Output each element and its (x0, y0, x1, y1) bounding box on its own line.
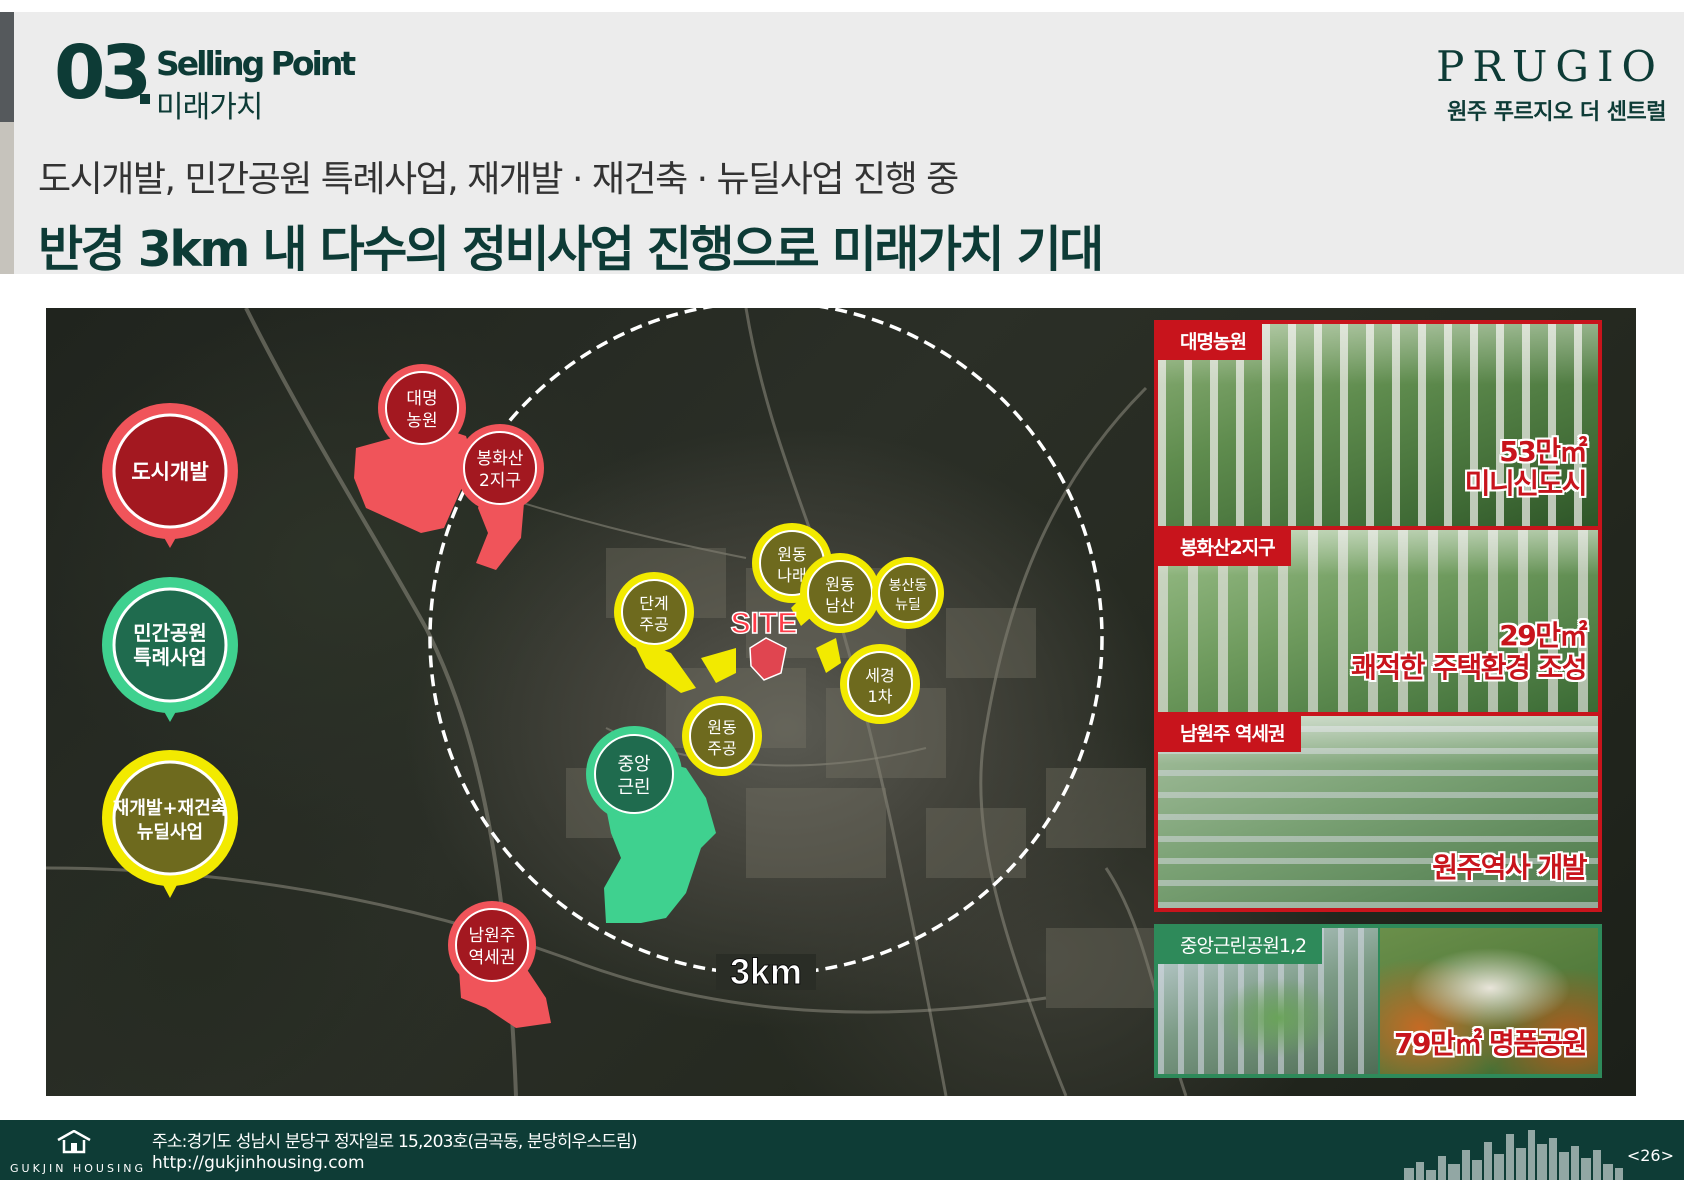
section-title-en: Selling Point (156, 44, 356, 83)
bubble-daemyeong: 대명 농원 (378, 364, 466, 452)
bubble-dangye: 단계 주공 (614, 572, 694, 652)
footer-url[interactable]: http://gukjinhousing.com (152, 1153, 365, 1173)
bubble-jungang: 중앙 근린 (586, 726, 682, 822)
svg-text:1차: 1차 (868, 687, 893, 706)
footer: GUKJIN HOUSING 주소:경기도 성남시 분당구 정자일로 15,20… (0, 1120, 1684, 1180)
svg-text:봉산동: 봉산동 (889, 578, 928, 594)
section-title-ko: 미래가치 (156, 90, 263, 125)
bubble-wondong-jugong: 원동 주공 (682, 696, 762, 776)
callout-namwonju-desc: 원주역사 개발 (1432, 851, 1587, 884)
tag-jungang-park: 중앙근린공원1,2 (1158, 928, 1323, 964)
svg-text:대명: 대명 (406, 389, 437, 409)
callout-jungang-park: 79만㎡ 명품공원 (1393, 1027, 1588, 1060)
header-accent-bar-light (0, 122, 14, 274)
svg-text:원동: 원동 (707, 718, 736, 737)
legend-label-private-park-2: 특례사업 (133, 645, 207, 669)
legend-pin-redevelopment: 재개발+재건축 뉴딜사업 (102, 750, 238, 898)
project-panels-red: 대명농원 53만㎡ 미니신도시 봉화산2지구 29만㎡ 쾌적한 주택환경 조성 … (1154, 320, 1602, 912)
svg-text:단계: 단계 (639, 594, 668, 613)
bubble-segyeong: 세경 1차 (840, 644, 920, 724)
photo-bonghwasan: 봉화산2지구 29만㎡ 쾌적한 주택환경 조성 (1158, 530, 1598, 712)
skyline-decoration (1404, 1130, 1623, 1180)
callout-bonghwasan-area: 29만㎡ (1499, 619, 1587, 652)
page-number: <26> (1626, 1146, 1674, 1165)
site-label: SITE (731, 607, 798, 640)
house-logo-icon (57, 1130, 91, 1154)
bubble-wondong-namsan: 원동 남산 (800, 553, 880, 633)
svg-text:봉화산: 봉화산 (477, 449, 524, 469)
legend-label-urban-development: 도시개발 (131, 460, 208, 484)
svg-text:역세권: 역세권 (469, 948, 516, 968)
callout-bonghwasan: 29만㎡ 쾌적한 주택환경 조성 (1351, 619, 1587, 684)
svg-text:2지구: 2지구 (479, 471, 521, 491)
svg-text:원동: 원동 (825, 575, 854, 594)
legend-label-redevelopment-1: 재개발+재건축 (113, 798, 227, 819)
photo-namwonju: 남원주 역세권 원주역사 개발 (1158, 716, 1598, 908)
section-number: 03 (54, 30, 152, 116)
svg-text:근린: 근린 (617, 777, 650, 798)
page-subtitle: 도시개발, 민간공원 특례사업, 재개발 · 재건축 · 뉴딜사업 진행 중 (38, 159, 959, 200)
tag-bonghwasan: 봉화산2지구 (1158, 530, 1291, 566)
legend-pin-urban-development: 도시개발 (102, 403, 238, 548)
svg-text:남원주: 남원주 (469, 926, 516, 946)
brand-subtitle: 원주 푸르지오 더 센트럴 (1447, 100, 1666, 125)
bubble-namwonju: 남원주 역세권 (448, 901, 536, 989)
svg-text:주공: 주공 (639, 615, 668, 634)
svg-text:중앙: 중앙 (617, 754, 650, 775)
footer-logo-text: GUKJIN HOUSING (10, 1162, 146, 1175)
legend-label-redevelopment-2: 뉴딜사업 (137, 822, 203, 843)
tag-namwonju: 남원주 역세권 (1158, 716, 1301, 752)
footer-address: 주소:경기도 성남시 분당구 정자일로 15,203호(금곡동, 분당히우스드림… (152, 1132, 638, 1152)
header-accent-bar-dark (0, 12, 14, 122)
legend-label-private-park-1: 민간공원 (133, 621, 207, 645)
svg-text:뉴딜: 뉴딜 (895, 597, 921, 613)
photo-daemyeong: 대명농원 53만㎡ 미니신도시 (1158, 324, 1598, 526)
callout-jungang-park-desc: 79만㎡ 명품공원 (1393, 1027, 1588, 1060)
section-dot (140, 94, 150, 104)
tag-daemyeong: 대명농원 (1158, 324, 1262, 360)
page-headline: 반경 3km 내 다수의 정비사업 진행으로 미래가치 기대 (38, 221, 1104, 278)
brand-logo: PRUGIO (1436, 42, 1664, 91)
callout-daemyeong: 53만㎡ 미니신도시 (1464, 435, 1588, 500)
svg-text:농원: 농원 (406, 411, 437, 431)
svg-text:세경: 세경 (865, 666, 894, 685)
callout-daemyeong-area: 53만㎡ (1499, 435, 1587, 468)
bubble-bonghwasan: 봉화산 2지구 (456, 424, 544, 512)
svg-text:원동: 원동 (777, 545, 806, 564)
legend-pin-private-park: 민간공원 특례사업 (102, 577, 238, 722)
callout-daemyeong-desc: 미니신도시 (1464, 467, 1588, 500)
header: 03 Selling Point 미래가치 PRUGIO 원주 푸르지오 더 센… (0, 12, 1684, 278)
bubble-bongsandong: 봉산동 뉴딜 (872, 557, 944, 629)
callout-namwonju: 원주역사 개발 (1432, 851, 1587, 884)
callout-bonghwasan-desc: 쾌적한 주택환경 조성 (1351, 651, 1587, 684)
project-panel-green: 중앙근린공원1,2 79만㎡ 명품공원 (1154, 924, 1602, 1078)
radius-label: 3km (730, 951, 802, 992)
svg-text:남산: 남산 (825, 596, 855, 615)
svg-text:주공: 주공 (707, 739, 736, 758)
